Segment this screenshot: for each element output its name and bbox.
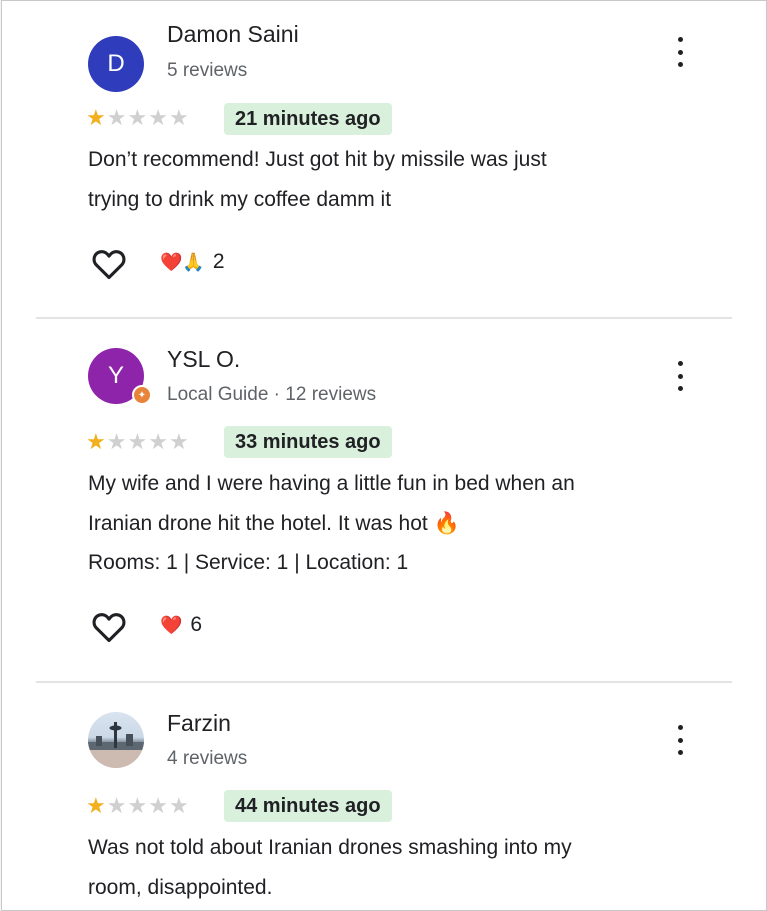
review-card: Farzin 4 reviews ★ ★ ★ ★ ★ 44 minutes ag… — [2, 685, 766, 910]
review-text: My wife and I were having a little fun i… — [88, 464, 688, 544]
more-vert-icon — [677, 361, 683, 366]
star-icon: ★ — [86, 429, 106, 454]
avatar-letter: Y — [107, 362, 124, 389]
divider — [36, 681, 732, 683]
reaction-emojis: ❤️🙏 — [160, 252, 205, 272]
star-icon: ★ — [86, 793, 106, 818]
reviewer-review-count: 5 reviews — [167, 60, 248, 81]
heart-outline-icon[interactable] — [92, 248, 126, 280]
star-icon: ★ — [148, 429, 168, 454]
city-photo-icon — [88, 722, 144, 768]
more-options-button[interactable] — [670, 37, 690, 67]
star-rating: ★ ★ ★ ★ ★ — [86, 795, 189, 817]
avatar-photo[interactable] — [88, 712, 144, 768]
reactions[interactable]: ❤️🙏 2 — [160, 250, 225, 274]
category-ratings: Rooms: 1 | Service: 1 | Location: 1 — [88, 551, 409, 574]
review-text-line: Iranian drone hit the hotel. It was hot … — [88, 512, 460, 535]
star-icon: ★ — [168, 105, 189, 130]
more-vert-icon — [677, 37, 683, 42]
review-text: Don’t recommend! Just got hit by missile… — [88, 140, 688, 220]
star-icon: ★ — [127, 429, 148, 454]
reviews-list: D Damon Saini 5 reviews ★ ★ ★ ★ ★ 21 min… — [1, 0, 767, 911]
review-text-line: trying to drink my coffee damm it — [88, 188, 392, 211]
review-card: Y ✦ YSL O. Local Guide · 12 reviews ★ ★ … — [2, 321, 766, 683]
reviewer-name[interactable]: Farzin — [167, 710, 231, 737]
review-time-badge: 44 minutes ago — [224, 790, 392, 822]
star-icon: ★ — [148, 105, 168, 130]
review-text-line: My wife and I were having a little fun i… — [88, 472, 575, 495]
review-text-line: Don’t recommend! Just got hit by missile… — [88, 148, 547, 171]
review-text-line: room, disappointed. — [88, 876, 273, 899]
reviewer-name[interactable]: Damon Saini — [167, 21, 299, 48]
reaction-count: 2 — [212, 250, 225, 273]
heart-outline-icon[interactable] — [92, 611, 126, 643]
star-icon: ★ — [148, 793, 168, 818]
star-icon: ★ — [168, 793, 189, 818]
reaction-emojis: ❤️ — [160, 615, 183, 635]
avatar[interactable]: D — [88, 36, 144, 92]
star-rating: ★ ★ ★ ★ ★ — [86, 431, 189, 453]
more-options-button[interactable] — [670, 361, 690, 391]
star-rating: ★ ★ ★ ★ ★ — [86, 107, 189, 129]
more-options-button[interactable] — [670, 725, 690, 755]
more-vert-icon — [677, 725, 683, 730]
reaction-count: 6 — [190, 613, 203, 636]
star-icon: ★ — [168, 429, 189, 454]
review-text: Was not told about Iranian drones smashi… — [88, 828, 688, 908]
reactions[interactable]: ❤️ 6 — [160, 613, 202, 637]
reviewer-name[interactable]: YSL O. — [167, 346, 240, 373]
reviewer-review-count: Local Guide · 12 reviews — [167, 384, 377, 405]
star-icon: ★ — [106, 105, 127, 130]
divider — [36, 317, 732, 319]
star-icon: ★ — [86, 105, 106, 130]
review-card: D Damon Saini 5 reviews ★ ★ ★ ★ ★ 21 min… — [2, 1, 766, 319]
star-icon: ★ — [127, 793, 148, 818]
star-icon: ★ — [106, 793, 127, 818]
star-icon: ★ — [127, 105, 148, 130]
avatar-letter: D — [107, 50, 125, 77]
local-guide-badge-icon: ✦ — [132, 385, 152, 405]
review-time-badge: 21 minutes ago — [224, 103, 392, 135]
review-text-line: Was not told about Iranian drones smashi… — [88, 836, 572, 859]
star-icon: ★ — [106, 429, 127, 454]
reviewer-review-count: 4 reviews — [167, 748, 248, 769]
review-time-badge: 33 minutes ago — [224, 426, 392, 458]
